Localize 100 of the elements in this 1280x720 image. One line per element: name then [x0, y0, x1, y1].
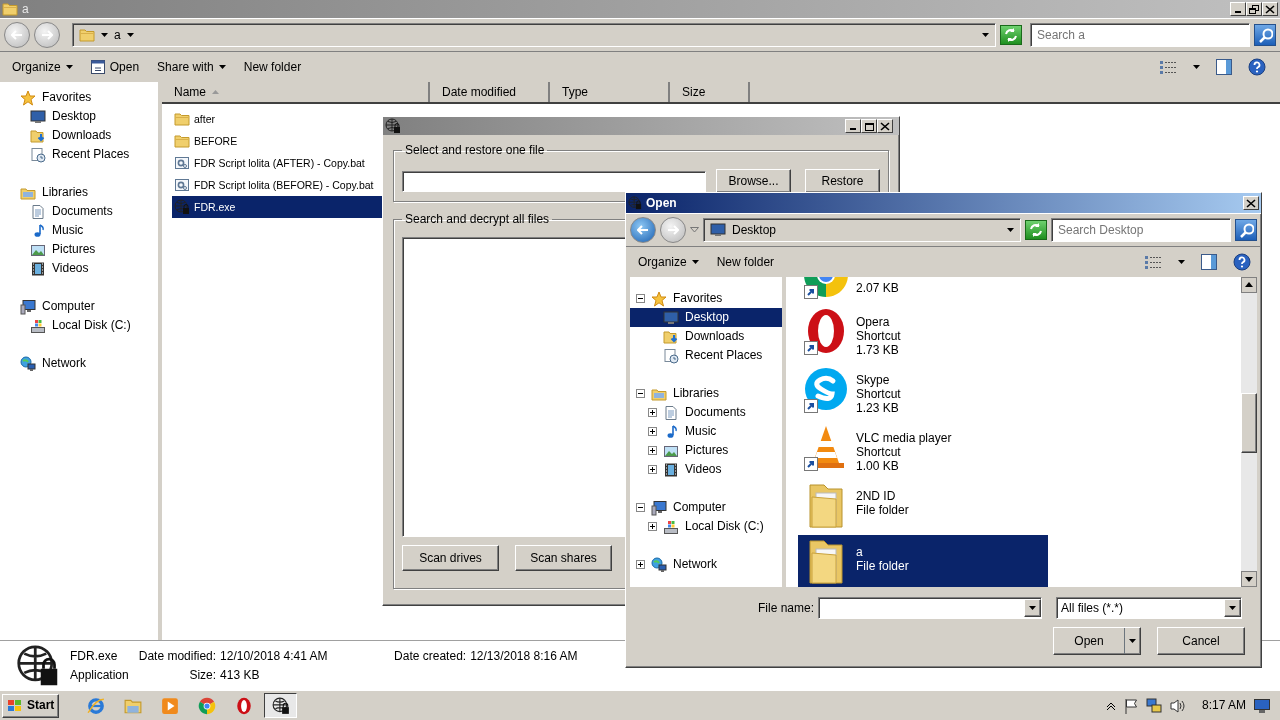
view-list-icon[interactable]: [1159, 60, 1177, 74]
restore-button[interactable]: [1246, 2, 1262, 16]
dialog-button[interactable]: Restore: [805, 169, 880, 194]
nav-item[interactable]: Favorites: [42, 90, 92, 105]
monitor-icon[interactable]: [1254, 698, 1270, 713]
nav-item[interactable]: Local Disk (C:): [52, 318, 131, 333]
minimize-button[interactable]: [1230, 2, 1246, 16]
help-icon[interactable]: [1248, 58, 1266, 76]
back-button[interactable]: [630, 217, 656, 243]
back-button[interactable]: [4, 22, 30, 48]
tree-item[interactable]: Pictures: [630, 441, 782, 460]
close-button[interactable]: [877, 119, 893, 133]
file-row[interactable]: BEFORE: [172, 130, 382, 152]
taskbar-button[interactable]: [264, 693, 298, 718]
file-item[interactable]: 2.07 KB: [798, 277, 1048, 301]
toolbar-button[interactable]: Organize: [6, 57, 79, 77]
file-item[interactable]: Skype Shortcut 1.23 KB: [798, 363, 1048, 417]
preview-pane-icon[interactable]: [1216, 59, 1232, 75]
clock[interactable]: 8:17 AM: [1201, 698, 1246, 713]
file-row[interactable]: FDR Script lolita (BEFORE) - Copy.bat: [172, 174, 382, 196]
preview-pane-icon[interactable]: [1201, 254, 1217, 270]
view-list-icon[interactable]: [1144, 255, 1162, 269]
file-name-field[interactable]: [818, 597, 1042, 619]
tree-toggle[interactable]: [636, 560, 645, 569]
search-button[interactable]: [1235, 219, 1257, 241]
help-icon[interactable]: [1233, 253, 1251, 271]
forward-button[interactable]: [34, 22, 60, 48]
tree-item[interactable]: Network: [630, 555, 782, 574]
scrollbar[interactable]: [1241, 277, 1257, 587]
column-header[interactable]: Name: [162, 82, 430, 102]
file-type-dropdown[interactable]: All files (*.*): [1056, 597, 1242, 619]
tree-toggle[interactable]: [636, 503, 645, 512]
toolbar-button[interactable]: New folder: [710, 252, 781, 272]
flag-icon[interactable]: [1123, 697, 1138, 714]
file-row[interactable]: FDR Script lolita (AFTER) - Copy.bat: [172, 152, 382, 174]
file-item[interactable]: VLC media player Shortcut 1.00 KB: [798, 421, 1048, 475]
file-item[interactable]: a File folder: [798, 535, 1048, 587]
column-header[interactable]: Type: [550, 82, 670, 102]
close-button[interactable]: [1243, 196, 1259, 210]
tree-item[interactable]: Libraries: [630, 384, 782, 403]
nav-item[interactable]: Videos: [52, 261, 89, 276]
dialog-button[interactable]: Scan drives: [402, 544, 499, 571]
breadcrumb-item[interactable]: a: [114, 27, 121, 43]
nav-item[interactable]: Computer: [42, 299, 95, 314]
minimize-button[interactable]: [845, 119, 861, 133]
tree-toggle[interactable]: [648, 522, 657, 531]
nav-item[interactable]: Downloads: [52, 128, 112, 143]
start-button[interactable]: Start: [2, 693, 60, 718]
forward-button[interactable]: [660, 217, 686, 243]
toolbar-button[interactable]: New folder: [237, 57, 308, 77]
dialog-button[interactable]: Scan shares: [515, 544, 612, 571]
tree-item[interactable]: Desktop: [630, 308, 782, 327]
tree-item[interactable]: Videos: [630, 460, 782, 479]
file-item[interactable]: Opera Shortcut 1.73 KB: [798, 305, 1048, 359]
tree-toggle[interactable]: [648, 427, 657, 436]
nav-item[interactable]: Recent Places: [52, 147, 130, 162]
column-header[interactable]: Date modified: [430, 82, 550, 102]
breadcrumb-item[interactable]: Desktop: [732, 222, 777, 238]
maximize-button[interactable]: [861, 119, 877, 133]
caret-icon[interactable]: [982, 33, 989, 37]
caret-icon[interactable]: [1007, 228, 1014, 232]
close-button[interactable]: [1262, 2, 1278, 16]
caret-icon[interactable]: [1193, 65, 1200, 69]
tree-toggle[interactable]: [648, 446, 657, 455]
network-icon[interactable]: [1145, 697, 1162, 714]
search-button[interactable]: [1254, 24, 1276, 46]
nav-item[interactable]: Pictures: [52, 242, 96, 257]
tree-item[interactable]: Computer: [630, 498, 782, 517]
nav-item[interactable]: Documents: [52, 204, 113, 219]
speaker-icon[interactable]: [1169, 697, 1186, 714]
file-row[interactable]: after: [172, 108, 382, 130]
nav-item[interactable]: Desktop: [52, 109, 97, 124]
open-button[interactable]: Open: [1053, 627, 1141, 655]
scroll-up-button[interactable]: [1241, 277, 1257, 293]
caret-icon[interactable]: [1178, 260, 1185, 264]
address-bar[interactable]: Desktop: [703, 218, 1021, 242]
nav-item[interactable]: Network: [42, 356, 86, 371]
tree-toggle[interactable]: [636, 389, 645, 398]
file-row[interactable]: FDR.exe: [172, 196, 382, 218]
tree-item[interactable]: Local Disk (C:): [630, 517, 782, 536]
chevron-up-icon[interactable]: [1105, 700, 1116, 711]
search-field[interactable]: Search a: [1030, 23, 1250, 47]
cancel-button[interactable]: Cancel: [1157, 627, 1245, 655]
tree-toggle[interactable]: [636, 294, 645, 303]
file-item[interactable]: 2ND ID File folder: [798, 479, 1048, 531]
file-path-field[interactable]: [402, 170, 706, 192]
scroll-down-button[interactable]: [1241, 571, 1257, 587]
tree-item[interactable]: Documents: [630, 403, 782, 422]
refresh-button[interactable]: [1000, 25, 1022, 45]
search-field[interactable]: Search Desktop: [1051, 218, 1231, 242]
tree-item[interactable]: Downloads: [630, 327, 782, 346]
scroll-thumb[interactable]: [1241, 393, 1257, 453]
nav-item[interactable]: Libraries: [42, 185, 89, 200]
nav-item[interactable]: Music: [52, 223, 84, 238]
dialog-button[interactable]: Browse...: [716, 169, 791, 194]
tree-item[interactable]: Music: [630, 422, 782, 441]
toolbar-button[interactable]: Organize: [632, 252, 705, 272]
tree-item[interactable]: Recent Places: [630, 346, 782, 365]
toolbar-button[interactable]: Open: [84, 57, 146, 77]
column-header[interactable]: Size: [670, 82, 750, 102]
